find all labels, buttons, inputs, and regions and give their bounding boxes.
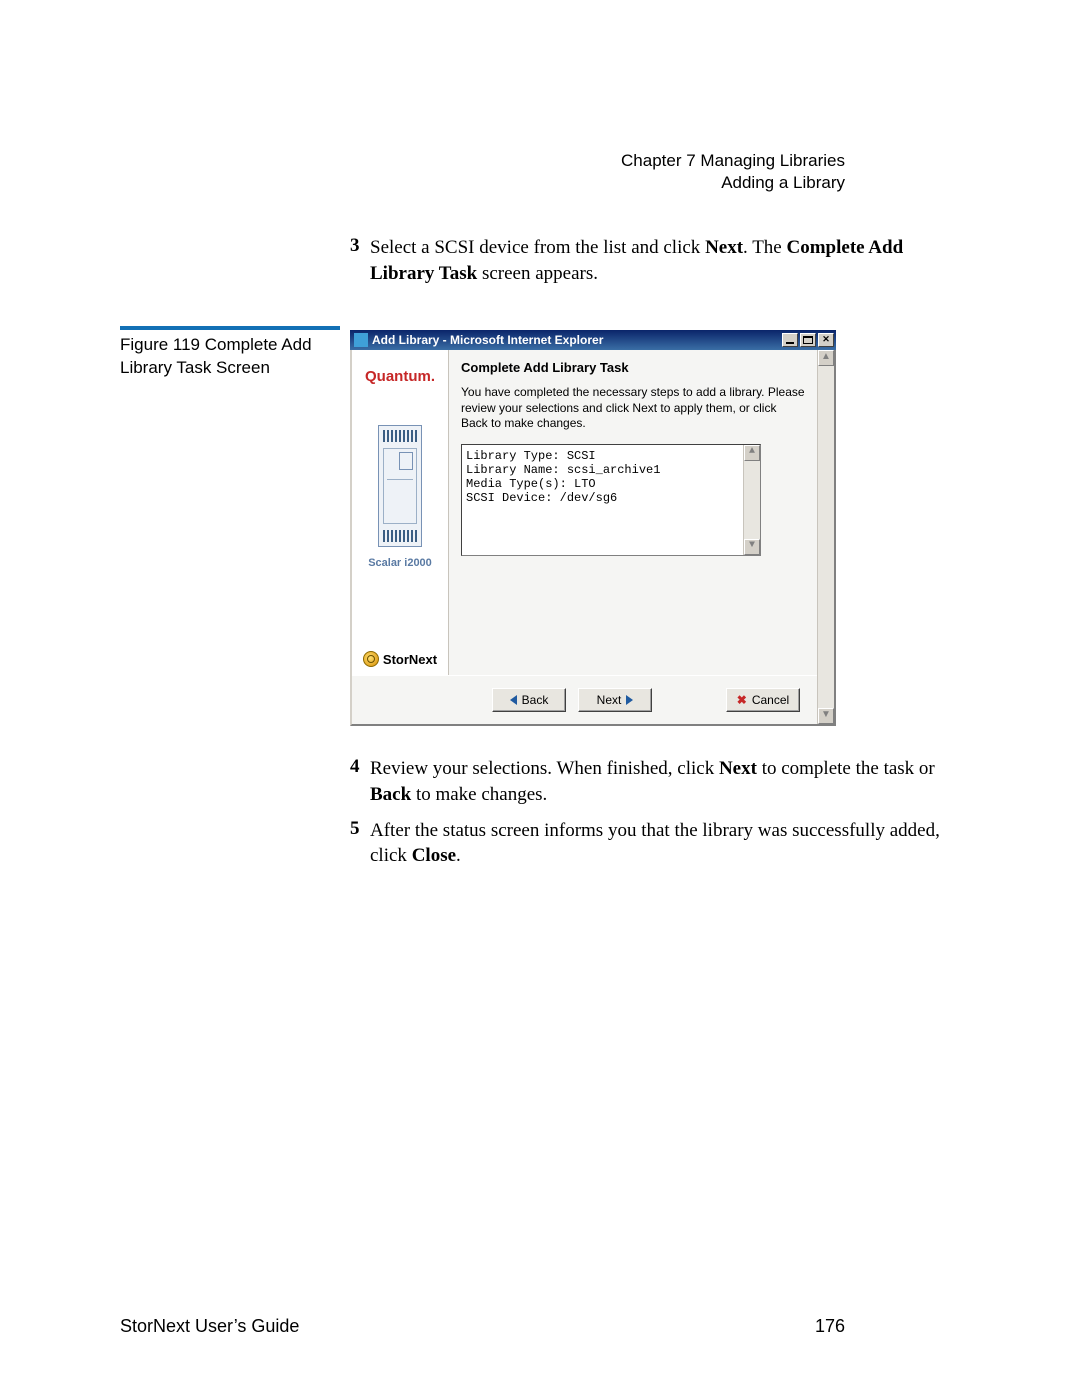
step-number: 5 (350, 818, 370, 869)
figure-caption: Figure 119 Complete Add Library Task Scr… (120, 326, 340, 380)
ie-window: Add Library - Microsoft Internet Explore… (350, 330, 836, 726)
page-running-header: Chapter 7 Managing Libraries Adding a Li… (621, 150, 845, 194)
ie-icon (354, 333, 368, 347)
task-description: You have completed the necessary steps t… (461, 385, 806, 432)
scroll-down-icon[interactable]: ▼ (744, 539, 760, 555)
sidebar: Quantum. Scalar i2000 StorNext (352, 350, 449, 675)
x-icon: ✖ (737, 693, 747, 707)
stornext-icon (363, 651, 379, 667)
arrow-left-icon (510, 695, 517, 705)
section-label: Adding a Library (621, 172, 845, 194)
next-button[interactable]: Next (578, 688, 652, 712)
button-label: Next (597, 693, 622, 707)
footer-guide: StorNext User’s Guide (120, 1316, 299, 1337)
step-text: Review your selections. When finished, c… (370, 756, 960, 807)
footer-page-number: 176 (815, 1316, 845, 1337)
scroll-up-icon[interactable]: ▲ (818, 350, 834, 366)
button-label: Back (522, 693, 549, 707)
step-text: After the status screen informs you that… (370, 818, 960, 869)
arrow-right-icon (626, 695, 633, 705)
cancel-button[interactable]: ✖ Cancel (726, 688, 800, 712)
page-scrollbar[interactable]: ▲ ▼ (817, 350, 834, 724)
page-footer: StorNext User’s Guide 176 (120, 1316, 845, 1337)
step-number: 4 (350, 756, 370, 807)
button-label: Cancel (752, 693, 789, 707)
scroll-down-icon[interactable]: ▼ (818, 708, 834, 724)
device-illustration (378, 425, 422, 547)
scroll-up-icon[interactable]: ▲ (744, 445, 760, 461)
close-button[interactable] (818, 333, 834, 347)
titlebar[interactable]: Add Library - Microsoft Internet Explore… (350, 330, 836, 350)
step-number: 3 (350, 235, 370, 286)
step-4: 4 Review your selections. When finished,… (350, 756, 960, 807)
quantum-logo: Quantum. (365, 368, 435, 385)
window-title: Add Library - Microsoft Internet Explore… (372, 333, 782, 347)
stornext-logo: StorNext (363, 651, 437, 667)
textbox-scrollbar[interactable]: ▲▼ (743, 445, 760, 555)
summary-textbox[interactable]: Library Type: SCSI Library Name: scsi_ar… (461, 444, 761, 556)
task-title: Complete Add Library Task (461, 360, 806, 375)
step-text: Select a SCSI device from the list and c… (370, 235, 960, 286)
maximize-button[interactable] (800, 333, 816, 347)
button-bar: Back Next ✖ Cancel (352, 675, 818, 724)
back-button[interactable]: Back (492, 688, 566, 712)
step-3: 3 Select a SCSI device from the list and… (350, 235, 960, 286)
minimize-button[interactable] (782, 333, 798, 347)
step-5: 5 After the status screen informs you th… (350, 818, 960, 869)
device-label: Scalar i2000 (368, 557, 432, 569)
chapter-label: Chapter 7 Managing Libraries (621, 150, 845, 172)
